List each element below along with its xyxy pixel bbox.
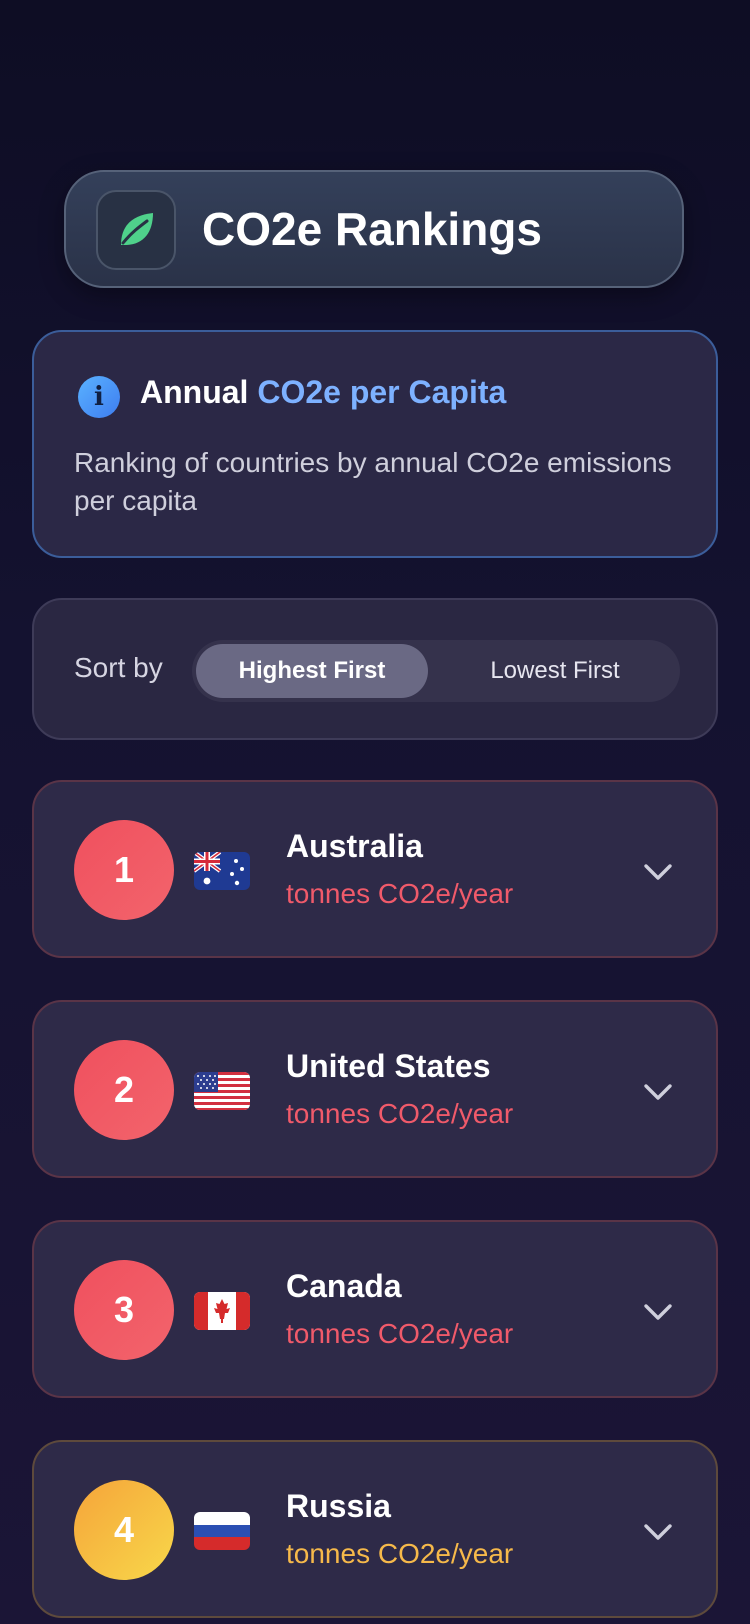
ranking-card[interactable]: 1 Australia tonnes CO2e/year [32,780,718,958]
info-icon: i [78,376,120,418]
sort-lowest-first-button[interactable]: Lowest First [436,644,674,698]
emission-unit-label: tonnes CO2e/year [286,1538,514,1569]
canada-flag-icon [194,1292,250,1330]
leaf-icon [96,190,176,270]
info-card: i Annual CO2e per Capita Ranking of coun… [32,330,718,558]
chevron-down-icon[interactable] [640,1074,676,1110]
country-name: Russia [286,1488,391,1524]
rank-badge: 2 [74,1040,174,1140]
country-name: United States [286,1048,491,1084]
sort-highest-first-button[interactable]: Highest First [196,644,428,698]
ranking-card[interactable]: 2 United States tonnes CO2e/year [32,1000,718,1178]
rank-badge: 1 [74,820,174,920]
sort-segmented-control[interactable]: Highest First Lowest First [192,640,680,702]
rank-badge: 4 [74,1480,174,1580]
russia-flag-icon [194,1512,250,1550]
chevron-down-icon[interactable] [640,854,676,890]
sort-label: Sort by [74,652,163,683]
australia-flag-icon [194,852,250,890]
country-name: Australia [286,828,423,864]
us-flag-icon [194,1072,250,1110]
page-title: CO2e Rankings [202,203,542,255]
chevron-down-icon[interactable] [640,1294,676,1330]
ranking-card[interactable]: 4 Russia tonnes CO2e/year [32,1440,718,1618]
app-header: CO2e Rankings [64,170,684,288]
rank-badge: 3 [74,1260,174,1360]
info-title-plain: Annual [140,374,258,410]
ranking-card[interactable]: 3 Canada tonnes CO2e/year [32,1220,718,1398]
info-title-accent: CO2e per Capita [257,374,507,410]
emission-unit-label: tonnes CO2e/year [286,1098,514,1129]
sort-card: Sort by Highest First Lowest First [32,598,718,740]
emission-unit-label: tonnes CO2e/year [286,1318,514,1349]
info-description: Ranking of countries by annual CO2e emis… [74,447,672,516]
emission-unit-label: tonnes CO2e/year [286,878,514,909]
info-title: Annual CO2e per Capita [140,374,506,411]
country-name: Canada [286,1268,402,1304]
chevron-down-icon[interactable] [640,1514,676,1550]
